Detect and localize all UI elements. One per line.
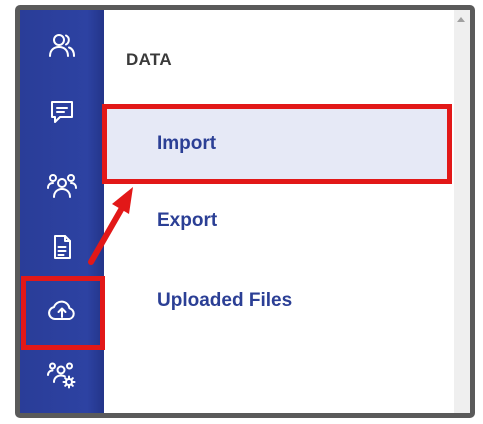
chat-icon[interactable] — [40, 90, 84, 134]
scrollbar[interactable] — [454, 10, 470, 413]
section-title: DATA — [126, 50, 172, 69]
app-window: DATA Import Export Uploaded Files — [20, 10, 470, 413]
menu-item-label: Uploaded Files — [157, 290, 293, 311]
highlight-box-upload — [21, 276, 105, 350]
scroll-up-arrow-icon[interactable] — [457, 17, 465, 22]
highlight-box-import — [102, 104, 452, 184]
team-icon[interactable] — [40, 164, 84, 208]
menu-item-export[interactable]: Export — [104, 184, 449, 258]
sidebar-rail — [20, 10, 104, 413]
menu-item-uploaded-files[interactable]: Uploaded Files — [104, 264, 449, 338]
window-frame: DATA Import Export Uploaded Files — [15, 5, 475, 418]
team-settings-icon[interactable] — [40, 353, 84, 397]
users-icon[interactable] — [40, 24, 84, 68]
document-icon[interactable] — [40, 225, 84, 269]
menu-item-label: Export — [157, 210, 218, 231]
data-panel: DATA Import Export Uploaded Files — [104, 10, 454, 413]
